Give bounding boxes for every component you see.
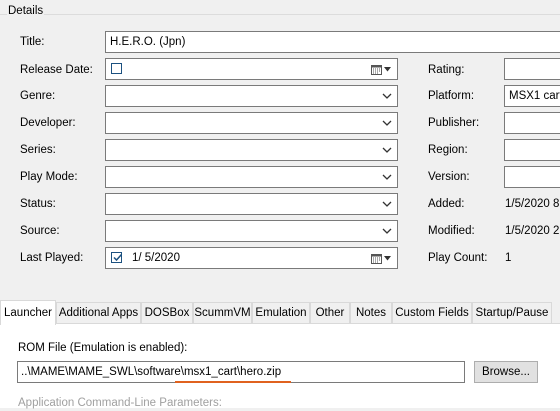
chevron-down-icon[interactable] [384,256,391,261]
publisher-label: Publisher: [428,117,480,129]
modified-label: Modified: [428,225,475,237]
cmdline-params-label: Application Command-Line Parameters: [18,397,222,409]
tab-startup-pause[interactable]: Startup/Pause [472,302,552,323]
last-played-picker[interactable]: 1/ 5/2020 [105,247,398,269]
chevron-down-icon[interactable] [381,225,393,237]
chevron-down-icon[interactable] [381,144,393,156]
tab-additional-apps[interactable]: Additional Apps [56,302,141,323]
play-mode-label: Play Mode: [20,171,78,183]
details-group-border [0,14,560,15]
tab-scummvm[interactable]: ScummVM [193,302,252,323]
play-count-label: Play Count: [428,252,488,264]
region-label: Region: [428,144,468,156]
chevron-down-icon[interactable] [381,90,393,102]
status-label: Status: [20,198,56,210]
version-field[interactable] [504,166,560,188]
tab-launcher[interactable]: Launcher [0,300,56,325]
release-date-picker[interactable] [105,58,398,80]
tab-custom-fields[interactable]: Custom Fields [392,302,472,323]
checkmark-icon [113,253,123,262]
rating-field[interactable] [504,58,560,80]
rom-file-input[interactable]: ..\MAME\MAME_SWL\software\msx1_cart\hero… [17,361,465,383]
rom-file-label: ROM File (Emulation is enabled): [18,342,188,354]
browse-button[interactable]: Browse... [474,361,538,383]
genre-dropdown[interactable] [105,85,398,107]
title-label: Title: [20,36,45,48]
platform-value: MSX1 cartri [509,90,560,102]
title-input[interactable]: H.E.R.O. (Jpn) [105,31,560,53]
release-date-label: Release Date: [20,64,93,76]
modified-value: 1/5/2020 2: [505,225,560,237]
added-label: Added: [428,198,465,210]
calendar-icon[interactable] [371,253,382,264]
chevron-down-icon[interactable] [381,171,393,183]
details-group-title: Details [7,5,45,17]
chevron-down-icon[interactable] [381,117,393,129]
genre-label: Genre: [20,90,56,102]
rom-file-path: ..\MAME\MAME_SWL\software\msx1_cart\hero… [21,366,282,378]
added-value: 1/5/2020 8: [505,198,560,210]
tab-dosbox[interactable]: DOSBox [141,302,193,323]
series-label: Series: [20,144,56,156]
last-played-checkbox[interactable] [111,252,123,263]
developer-label: Developer: [20,117,76,129]
calendar-icon[interactable] [371,64,382,75]
rating-label: Rating: [428,64,465,76]
region-dropdown[interactable] [504,139,560,161]
tab-emulation[interactable]: Emulation [252,302,310,323]
path-highlight-underline [175,381,291,383]
series-dropdown[interactable] [105,139,398,161]
release-date-checkbox[interactable] [111,63,122,74]
publisher-dropdown[interactable] [504,112,560,134]
chevron-down-icon[interactable] [384,67,391,72]
last-played-label: Last Played: [20,252,84,264]
tab-other[interactable]: Other [310,302,350,323]
chevron-down-icon[interactable] [381,198,393,210]
source-dropdown[interactable] [105,220,398,242]
play-count-value: 1 [505,252,512,264]
title-input-value: H.E.R.O. (Jpn) [110,36,186,48]
last-played-value: 1/ 5/2020 [132,252,180,264]
play-mode-dropdown[interactable] [105,166,398,188]
platform-label: Platform: [428,90,475,102]
version-label: Version: [428,171,470,183]
platform-dropdown[interactable]: MSX1 cartri [504,85,560,107]
status-dropdown[interactable] [105,193,398,215]
source-label: Source: [20,225,60,237]
developer-dropdown[interactable] [105,112,398,134]
tab-notes[interactable]: Notes [350,302,392,323]
